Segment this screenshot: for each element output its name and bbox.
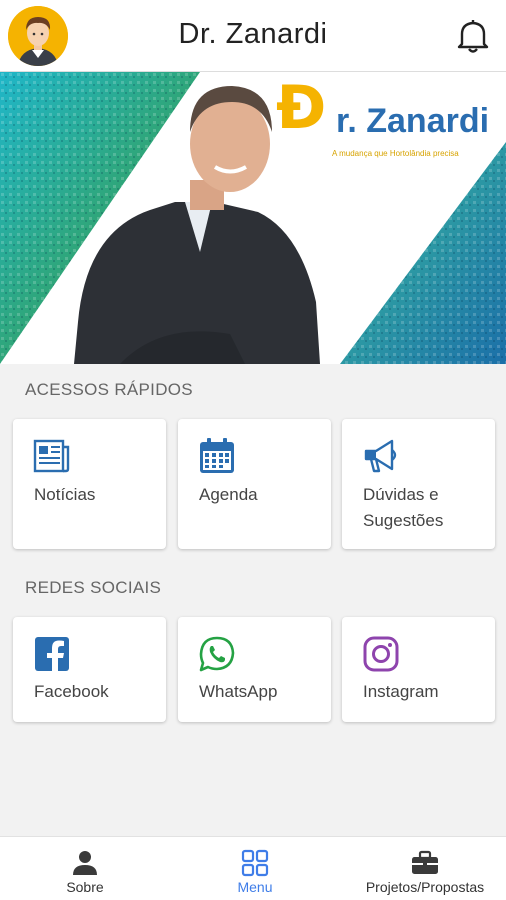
instagram-icon xyxy=(362,635,400,673)
campaign-logo: Đ r. Zanardi A mudança que Hortolândia p… xyxy=(276,76,502,166)
hero-banner: Đ r. Zanardi A mudança que Hortolândia p… xyxy=(0,72,506,364)
page-title: Dr. Zanardi xyxy=(178,18,328,50)
bottom-navigation: Sobre Menu Projetos/Propostas xyxy=(0,836,506,900)
agenda-card-label: Agenda xyxy=(199,485,258,504)
instagram-card[interactable]: Instagram xyxy=(342,617,495,722)
section-title-quick-access: ACESSOS RÁPIDOS xyxy=(25,380,193,399)
newspaper-icon xyxy=(33,437,71,475)
whatsapp-card-label: WhatsApp xyxy=(199,682,278,701)
nav-label-projetos: Projetos/Propostas xyxy=(365,879,485,895)
nav-label-sobre: Sobre xyxy=(66,879,104,895)
logo-slogan: A mudança que Hortolândia precisa xyxy=(332,149,459,158)
nav-item-projetos[interactable]: Projetos/Propostas xyxy=(350,837,500,900)
nav-item-menu[interactable]: Menu xyxy=(190,837,320,900)
whatsapp-card[interactable]: WhatsApp xyxy=(178,617,331,722)
suggestions-card-label: Dúvidas e Sugestões xyxy=(363,485,444,530)
grid-icon xyxy=(241,849,269,877)
instagram-card-label: Instagram xyxy=(363,682,439,701)
nav-item-sobre[interactable]: Sobre xyxy=(20,837,150,900)
calendar-icon xyxy=(198,437,236,475)
bell-icon[interactable] xyxy=(456,18,490,54)
person-icon xyxy=(71,849,99,877)
suggestions-card[interactable]: Dúvidas e Sugestões xyxy=(342,419,495,549)
news-card-label: Notícias xyxy=(34,485,96,504)
briefcase-icon xyxy=(411,849,439,877)
app-header: Dr. Zanardi xyxy=(0,0,506,72)
news-card[interactable]: Notícias xyxy=(13,419,166,549)
facebook-card[interactable]: Facebook xyxy=(13,617,166,722)
logo-mark: Đ xyxy=(276,73,327,143)
agenda-card[interactable]: Agenda xyxy=(178,419,331,549)
facebook-card-label: Facebook xyxy=(34,682,109,701)
megaphone-icon xyxy=(362,437,400,475)
facebook-icon xyxy=(33,635,71,673)
whatsapp-icon xyxy=(198,635,236,673)
logo-text: r. Zanardi xyxy=(336,102,490,140)
section-title-social: REDES SOCIAIS xyxy=(25,578,162,597)
nav-label-menu: Menu xyxy=(237,879,273,895)
